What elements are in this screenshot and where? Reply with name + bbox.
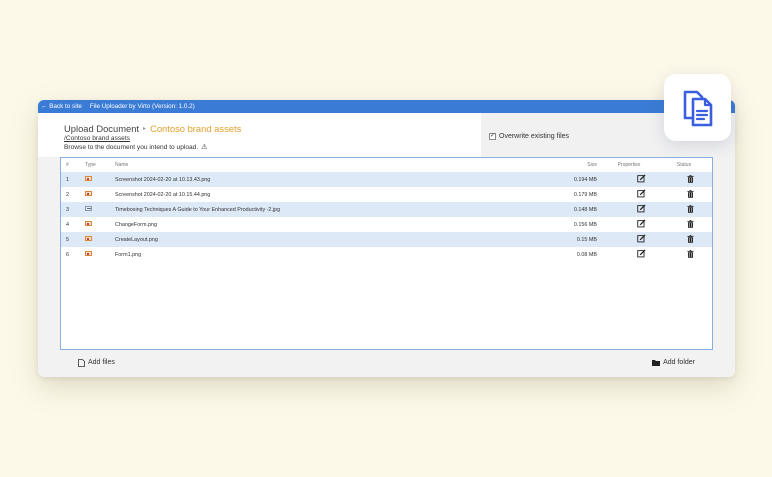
app-title: File Uploader by Virto (Version: 1.0.2) bbox=[89, 103, 195, 110]
arrow-left-icon: ← bbox=[41, 103, 48, 110]
column-header-num: # bbox=[66, 162, 69, 168]
trash-icon[interactable] bbox=[678, 234, 702, 245]
top-bar: ← Back to site File Uploader by Virto (V… bbox=[38, 100, 735, 113]
row-number: 3 bbox=[66, 206, 69, 213]
library-name[interactable]: Contoso brand assets bbox=[150, 123, 241, 134]
upload-hint-text: Browse to the document you intend to upl… bbox=[64, 143, 199, 151]
edit-icon[interactable] bbox=[621, 204, 661, 215]
column-header-properties: Properties bbox=[617, 162, 641, 168]
table-row[interactable]: 2 Screenshot 2024-02-20 at 10.15.44.png … bbox=[61, 187, 712, 202]
image-file-icon bbox=[85, 236, 92, 243]
row-number: 1 bbox=[66, 176, 69, 183]
column-header-name: Name bbox=[115, 162, 129, 168]
trash-icon[interactable] bbox=[678, 174, 702, 185]
back-to-site-label: Back to site bbox=[49, 103, 82, 110]
add-folder-button[interactable]: Add folder bbox=[652, 359, 695, 366]
back-to-site-link[interactable]: ← Back to site bbox=[41, 103, 82, 110]
column-header-type: Type bbox=[85, 162, 96, 168]
table-row[interactable]: 3 Timeboxing Techniques A Guide to Your … bbox=[61, 202, 712, 217]
file-size: 0.08 MB bbox=[576, 251, 597, 258]
file-name: Timeboxing Techniques A Guide to Your En… bbox=[115, 206, 281, 213]
table-row[interactable]: 5 CreateLayout.png 0.15 MB bbox=[61, 232, 712, 247]
edit-icon[interactable] bbox=[621, 234, 661, 245]
row-number: 5 bbox=[66, 236, 69, 243]
document-file-icon bbox=[85, 206, 92, 213]
image-file-icon bbox=[85, 176, 92, 183]
file-icon bbox=[78, 358, 85, 367]
copy-documents-icon bbox=[683, 90, 712, 126]
overwrite-checkbox[interactable]: ✓ bbox=[489, 133, 496, 140]
row-number: 6 bbox=[66, 251, 69, 258]
folder-icon bbox=[652, 360, 661, 366]
add-folder-label: Add folder bbox=[663, 359, 695, 366]
file-name: Screenshot 2024-02-20 at 10.15.44.png bbox=[115, 191, 211, 198]
row-number: 4 bbox=[66, 221, 69, 228]
table-row[interactable]: 4 ChangeForm.png 0.156 MB bbox=[61, 217, 712, 232]
page-title: Upload Document ▸ Contoso brand assets bbox=[64, 123, 241, 134]
overwrite-label: Overwrite existing files bbox=[499, 133, 570, 140]
table-row[interactable]: 6 Form1.png 0.08 MB bbox=[61, 247, 712, 262]
header-info: Upload Document ▸ Contoso brand assets /… bbox=[64, 123, 241, 151]
edit-icon[interactable] bbox=[621, 174, 661, 185]
file-uploader-window: ← Back to site File Uploader by Virto (V… bbox=[38, 100, 735, 377]
trash-icon[interactable] bbox=[678, 204, 702, 215]
file-size: 0.194 MB bbox=[573, 176, 597, 183]
edit-icon[interactable] bbox=[621, 189, 661, 200]
file-size: 0.148 MB bbox=[573, 206, 597, 213]
trash-icon[interactable] bbox=[678, 189, 702, 200]
file-table: # Type Name Size Properties Status 1 Scr… bbox=[60, 157, 713, 350]
file-name: CreateLayout.png bbox=[115, 236, 158, 243]
footer-actions: Add files Add folder bbox=[60, 350, 713, 375]
add-files-label: Add files bbox=[88, 359, 115, 366]
trash-icon[interactable] bbox=[678, 219, 702, 230]
page-title-text: Upload Document bbox=[64, 123, 140, 134]
column-header-size: Size bbox=[587, 162, 597, 168]
column-header-status: Status bbox=[676, 162, 692, 168]
upload-header: Upload Document ▸ Contoso brand assets /… bbox=[38, 113, 735, 157]
file-name: ChangeForm.png bbox=[115, 221, 157, 228]
warning-icon: ⚠ bbox=[201, 144, 208, 151]
image-file-icon bbox=[85, 221, 92, 228]
image-file-icon bbox=[85, 251, 92, 258]
table-row[interactable]: 1 Screenshot 2024-02-20 at 10.13.43.png … bbox=[61, 172, 712, 187]
app-logo-tile bbox=[664, 74, 731, 141]
library-path-link[interactable]: /Contoso brand assets bbox=[64, 135, 241, 142]
overwrite-option[interactable]: ✓ Overwrite existing files bbox=[489, 133, 569, 140]
edit-icon[interactable] bbox=[621, 219, 661, 230]
file-name: Screenshot 2024-02-20 at 10.13.43.png bbox=[115, 176, 211, 183]
edit-icon[interactable] bbox=[621, 249, 661, 260]
breadcrumb-arrow-icon: ▸ bbox=[143, 126, 147, 132]
trash-icon[interactable] bbox=[678, 249, 702, 260]
file-size: 0.15 MB bbox=[576, 236, 597, 243]
row-number: 2 bbox=[66, 191, 69, 198]
table-header: # Type Name Size Properties Status bbox=[61, 158, 712, 172]
add-files-button[interactable]: Add files bbox=[78, 358, 115, 367]
image-file-icon bbox=[85, 191, 92, 198]
upload-hint: Browse to the document you intend to upl… bbox=[64, 143, 241, 152]
file-name: Form1.png bbox=[115, 251, 142, 258]
file-size: 0.156 MB bbox=[573, 221, 597, 228]
file-size: 0.179 MB bbox=[573, 191, 597, 198]
